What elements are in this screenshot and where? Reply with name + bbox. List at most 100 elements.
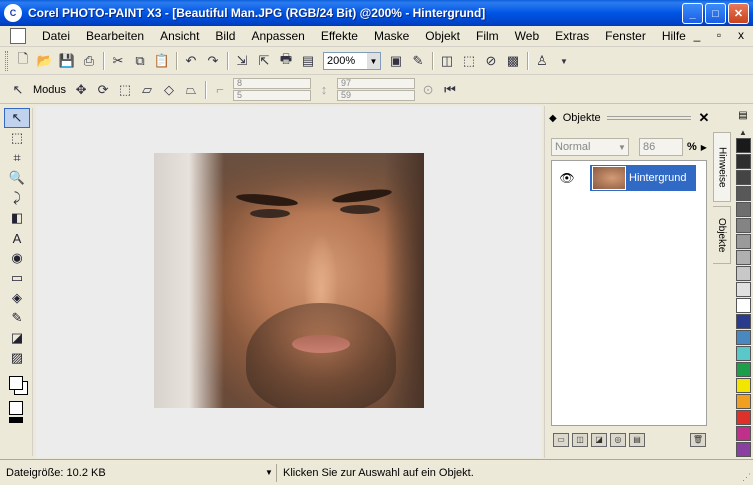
corel-balloon-icon[interactable]: C bbox=[4, 4, 22, 22]
print-icon[interactable]: 🖶 bbox=[276, 51, 296, 71]
rectangle-mask-tool-icon[interactable]: ⬚ bbox=[4, 128, 30, 148]
docker-grip[interactable] bbox=[606, 116, 691, 120]
dropdown-icon[interactable]: ▼ bbox=[554, 51, 574, 71]
palette-swatch[interactable] bbox=[736, 330, 751, 345]
paint-tool-icon[interactable]: ✎ bbox=[4, 308, 30, 328]
document-icon[interactable] bbox=[10, 28, 26, 44]
chevron-up-icon[interactable]: ▲ bbox=[733, 128, 753, 137]
menu-bearbeiten[interactable]: Bearbeiten bbox=[78, 27, 152, 46]
eyedropper-tool-icon[interactable]: ⤸ bbox=[4, 188, 30, 208]
menu-film[interactable]: Film bbox=[468, 27, 507, 46]
create-mask-icon[interactable]: ◪ bbox=[591, 433, 607, 447]
mask-marquee-icon[interactable]: ⬚ bbox=[459, 51, 479, 71]
move-icon[interactable]: ✥ bbox=[71, 80, 91, 100]
redo-icon[interactable]: ↷ bbox=[203, 51, 223, 71]
palette-swatch[interactable] bbox=[736, 218, 751, 233]
palette-swatch[interactable] bbox=[736, 362, 751, 377]
palette-swatch[interactable] bbox=[736, 266, 751, 281]
distort-icon[interactable]: ◇ bbox=[159, 80, 179, 100]
text-tool-icon[interactable]: A bbox=[4, 228, 30, 248]
portrait-photo[interactable] bbox=[154, 153, 424, 408]
foreground-color-swatch[interactable] bbox=[9, 376, 23, 390]
y-position-field[interactable]: 5 bbox=[233, 90, 312, 101]
maximize-button[interactable]: □ bbox=[705, 3, 726, 24]
paper-color-swatch[interactable] bbox=[9, 401, 23, 415]
clip-icon[interactable]: ⊘ bbox=[481, 51, 501, 71]
menu-maske[interactable]: Maske bbox=[366, 27, 417, 46]
scan-icon[interactable]: ⎙ bbox=[79, 51, 99, 71]
export-icon[interactable]: ⇱ bbox=[254, 51, 274, 71]
palette-swatch[interactable] bbox=[736, 154, 751, 169]
effect-tool-icon[interactable]: ◪ bbox=[4, 328, 30, 348]
cut-icon[interactable]: ✂ bbox=[108, 51, 128, 71]
pick-tool-icon[interactable]: ↖ bbox=[8, 80, 28, 100]
doc-restore-button[interactable]: ▫ bbox=[711, 28, 727, 42]
width-field[interactable]: 97 bbox=[337, 78, 416, 89]
menu-ansicht[interactable]: Ansicht bbox=[152, 27, 207, 46]
red-eye-tool-icon[interactable]: ◉ bbox=[4, 248, 30, 268]
mask-icon[interactable]: ◫ bbox=[437, 51, 457, 71]
chevron-down-icon[interactable]: ▼ bbox=[367, 53, 380, 69]
copy-icon[interactable]: ⧉ bbox=[130, 51, 150, 71]
palette-swatch[interactable] bbox=[736, 202, 751, 217]
image-sprayer-tool-icon[interactable]: ▨ bbox=[4, 348, 30, 368]
palette-menu-icon[interactable]: ▤ bbox=[735, 110, 751, 126]
height-field[interactable]: 59 bbox=[337, 90, 416, 101]
docker-close-button[interactable]: ✕ bbox=[697, 110, 711, 126]
resize-grip-icon[interactable]: ⋰ bbox=[742, 472, 751, 483]
scale-icon[interactable]: ⬚ bbox=[115, 80, 135, 100]
palette-swatch[interactable] bbox=[736, 394, 751, 409]
paste-icon[interactable]: 📋 bbox=[152, 51, 172, 71]
pick-tool-icon[interactable]: ↖ bbox=[4, 108, 30, 128]
fill-tool-icon[interactable]: ◈ bbox=[4, 288, 30, 308]
rotate-icon[interactable]: ⟳ bbox=[93, 80, 113, 100]
menu-extras[interactable]: Extras bbox=[547, 27, 597, 46]
palette-swatch[interactable] bbox=[736, 250, 751, 265]
palette-swatch[interactable] bbox=[736, 314, 751, 329]
palette-swatch[interactable] bbox=[736, 346, 751, 361]
tab-objekte[interactable]: Objekte bbox=[713, 206, 731, 264]
rectangle-tool-icon[interactable]: ▭ bbox=[4, 268, 30, 288]
opacity-field[interactable]: 86 bbox=[639, 138, 683, 156]
palette-swatch[interactable] bbox=[736, 186, 751, 201]
palette-swatch[interactable] bbox=[736, 234, 751, 249]
list-item[interactable]: 👁 Hintergrund bbox=[552, 163, 706, 193]
palette-swatch[interactable] bbox=[736, 442, 751, 457]
menu-anpassen[interactable]: Anpassen bbox=[243, 27, 312, 46]
palette-swatch[interactable] bbox=[736, 426, 751, 441]
chevron-down-icon[interactable]: ▼ bbox=[616, 143, 628, 152]
zoom-tool-icon[interactable]: 🔍 bbox=[4, 168, 30, 188]
palette-swatch[interactable] bbox=[736, 170, 751, 185]
apply-icon[interactable]: ⊙ bbox=[418, 80, 438, 100]
launch-app-icon[interactable]: ♙ bbox=[532, 51, 552, 71]
undo-icon[interactable]: ↶ bbox=[181, 51, 201, 71]
menu-fenster[interactable]: Fenster bbox=[597, 27, 654, 46]
chevron-right-icon[interactable]: ▶ bbox=[701, 143, 707, 152]
minimize-button[interactable]: _ bbox=[682, 3, 703, 24]
launcher-icon[interactable]: ▤ bbox=[298, 51, 318, 71]
crop-tool-icon[interactable]: ⌗ bbox=[4, 148, 30, 168]
fill-color-swatch[interactable] bbox=[9, 417, 23, 423]
menu-datei[interactable]: Datei bbox=[34, 27, 78, 46]
palette-swatch[interactable] bbox=[736, 138, 751, 153]
menu-hilfe[interactable]: Hilfe bbox=[654, 27, 694, 46]
palette-swatch[interactable] bbox=[736, 410, 751, 425]
selected-object[interactable]: Hintergrund bbox=[590, 165, 696, 191]
chevron-down-icon[interactable]: ▼ bbox=[262, 468, 276, 477]
new-object-icon[interactable]: ▭ bbox=[553, 433, 569, 447]
image-canvas-area[interactable] bbox=[36, 106, 542, 458]
open-icon[interactable]: 📂 bbox=[35, 51, 55, 71]
menu-bild[interactable]: Bild bbox=[207, 27, 243, 46]
delete-icon[interactable]: 🗑 bbox=[690, 433, 706, 447]
toolbar-grip[interactable] bbox=[5, 51, 8, 71]
tab-hinweise[interactable]: Hinweise bbox=[713, 132, 731, 202]
palette-swatch[interactable] bbox=[736, 378, 751, 393]
doc-close-button[interactable]: x bbox=[733, 28, 749, 42]
zoom-level-select[interactable]: 200% ▼ bbox=[323, 52, 381, 70]
import-icon[interactable]: ⇲ bbox=[232, 51, 252, 71]
skew-icon[interactable]: ▱ bbox=[137, 80, 157, 100]
eye-icon[interactable]: 👁 bbox=[552, 171, 582, 185]
eyedropper-icon[interactable]: ✎ bbox=[408, 51, 428, 71]
new-icon[interactable]: 🗋 bbox=[13, 51, 33, 71]
x-position-field[interactable]: 8 bbox=[233, 78, 312, 89]
